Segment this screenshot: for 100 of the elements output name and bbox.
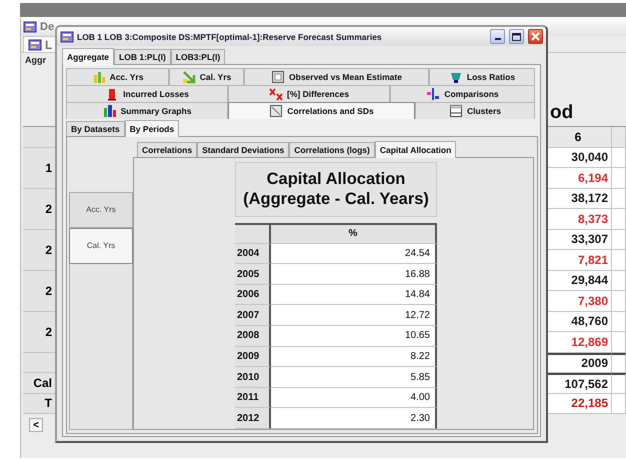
row-header: 2004 [235, 244, 271, 264]
tab[interactable]: Summary Graphs [66, 102, 228, 120]
close-button[interactable] [528, 29, 543, 44]
table-cell [612, 270, 626, 291]
table-cell: 4.00 [271, 388, 437, 408]
row-label: T [23, 394, 56, 414]
table-cell [612, 312, 626, 332]
table-cell: 29,844 [548, 270, 612, 291]
close-icon [531, 32, 540, 42]
table-cell: 33,307 [548, 230, 612, 250]
window-title: De [40, 21, 54, 33]
tab[interactable]: Clusters [415, 102, 535, 120]
app-icon [60, 30, 74, 44]
tab[interactable]: L [23, 36, 56, 52]
window-icon [448, 104, 463, 118]
table-cell: 2009 [548, 352, 612, 373]
table-cell: 12.72 [271, 305, 437, 326]
table-cell: 12,869 [548, 332, 612, 352]
table-title: (Aggregate - Cal. Years) [243, 190, 429, 210]
tab[interactable]: Standard Deviations [197, 142, 290, 158]
bars-icon [92, 70, 106, 84]
row-header: 2006 [235, 284, 271, 306]
tab[interactable]: Cal. Yrs [69, 228, 133, 264]
scroll-left-button[interactable]: < [29, 418, 43, 432]
row-label: 1 [23, 148, 56, 188]
maximize-button[interactable] [509, 29, 524, 44]
tab[interactable]: Comparisons [390, 85, 535, 102]
table-title: Capital Allocation [266, 170, 406, 190]
tab[interactable]: Correlations [137, 142, 198, 158]
bars-icon [426, 87, 440, 102]
table-cell [612, 332, 626, 352]
table-cell [612, 373, 626, 394]
tab[interactable]: Aggr [25, 55, 46, 65]
table-cell: 16.88 [271, 264, 437, 285]
row-label: 2 [23, 270, 56, 312]
window-title: LOB 1 LOB 3:Composite DS:MPTF[optimal-1]:Reserve Forecast Summaries [77, 32, 383, 42]
tab[interactable]: Cal. Yrs [169, 68, 244, 86]
tab[interactable]: Acc. Yrs [69, 192, 133, 228]
cross-icon [269, 87, 284, 102]
table-cell [612, 250, 626, 270]
table-cell: 24.54 [271, 244, 437, 264]
maximize-icon [512, 32, 521, 41]
column-header: 6 [548, 127, 612, 148]
minimize-icon [494, 38, 500, 40]
app-icon [23, 20, 37, 34]
table-cell: 22,185 [548, 394, 612, 414]
app-icon [28, 38, 42, 52]
tab[interactable]: By Periods [124, 120, 180, 138]
bars-icon [102, 104, 117, 118]
cup-icon [448, 70, 463, 84]
table-cell: 107,562 [548, 373, 612, 394]
column-header: % [271, 223, 437, 244]
table-cell: 48,760 [548, 312, 612, 332]
square-icon [271, 70, 286, 84]
tab[interactable]: By Datasets [66, 121, 125, 136]
table-cell: 6,194 [548, 168, 612, 188]
table-cell [612, 188, 626, 209]
row-header: 2008 [235, 326, 271, 347]
tab[interactable]: Correlations (logs) [289, 142, 375, 158]
tab[interactable]: Capital Allocation [374, 141, 456, 158]
row-header: 2012 [235, 408, 271, 429]
table-cell [612, 352, 626, 373]
tab[interactable]: Correlations and SDs [228, 102, 415, 120]
table-cell: 8.22 [271, 346, 437, 368]
tab[interactable]: [%] Differences [228, 85, 390, 102]
table-cell: 8,373 [548, 209, 612, 230]
table-cell [612, 291, 626, 312]
row-header: 2009 [235, 346, 271, 368]
tab[interactable]: LOB 1:PL(I) [114, 49, 171, 64]
minimize-button[interactable] [490, 29, 505, 44]
table-cell [612, 230, 626, 250]
row-header: 2005 [235, 264, 271, 285]
tab[interactable]: Observed vs Mean Estimate [244, 68, 429, 86]
table-cell: 2.30 [271, 408, 437, 429]
table-cell: 7,821 [548, 250, 612, 270]
table-heading: od [550, 102, 574, 124]
row-label: 2 [23, 230, 56, 270]
row-label: 2 [23, 188, 56, 230]
row-header: 2010 [235, 367, 271, 388]
tab[interactable]: Incurred Losses [66, 85, 228, 102]
tab[interactable]: LOB3:PL(I) [170, 49, 226, 64]
row-header: 2011 [235, 388, 271, 408]
row-header: 2007 [235, 305, 271, 326]
tab[interactable]: Loss Ratios [429, 68, 535, 86]
table-cell [612, 209, 626, 230]
table-cell: 10.65 [271, 326, 437, 347]
table-cell: 38,172 [548, 188, 612, 209]
square-icon [269, 104, 284, 118]
table-cell [612, 148, 626, 168]
row-label: 2 [23, 312, 56, 352]
arrow-icon [182, 70, 196, 84]
table-cell [612, 168, 626, 188]
table-cell: 14.84 [271, 284, 437, 306]
row-label: Cal [23, 373, 56, 394]
tab[interactable]: Aggregate [62, 48, 114, 66]
table-cell [235, 223, 271, 244]
table-cell: 5.85 [271, 367, 437, 388]
table-cell: 7,380 [548, 291, 612, 312]
table-cell: 30,040 [548, 148, 612, 168]
tab[interactable]: Acc. Yrs [66, 68, 169, 86]
